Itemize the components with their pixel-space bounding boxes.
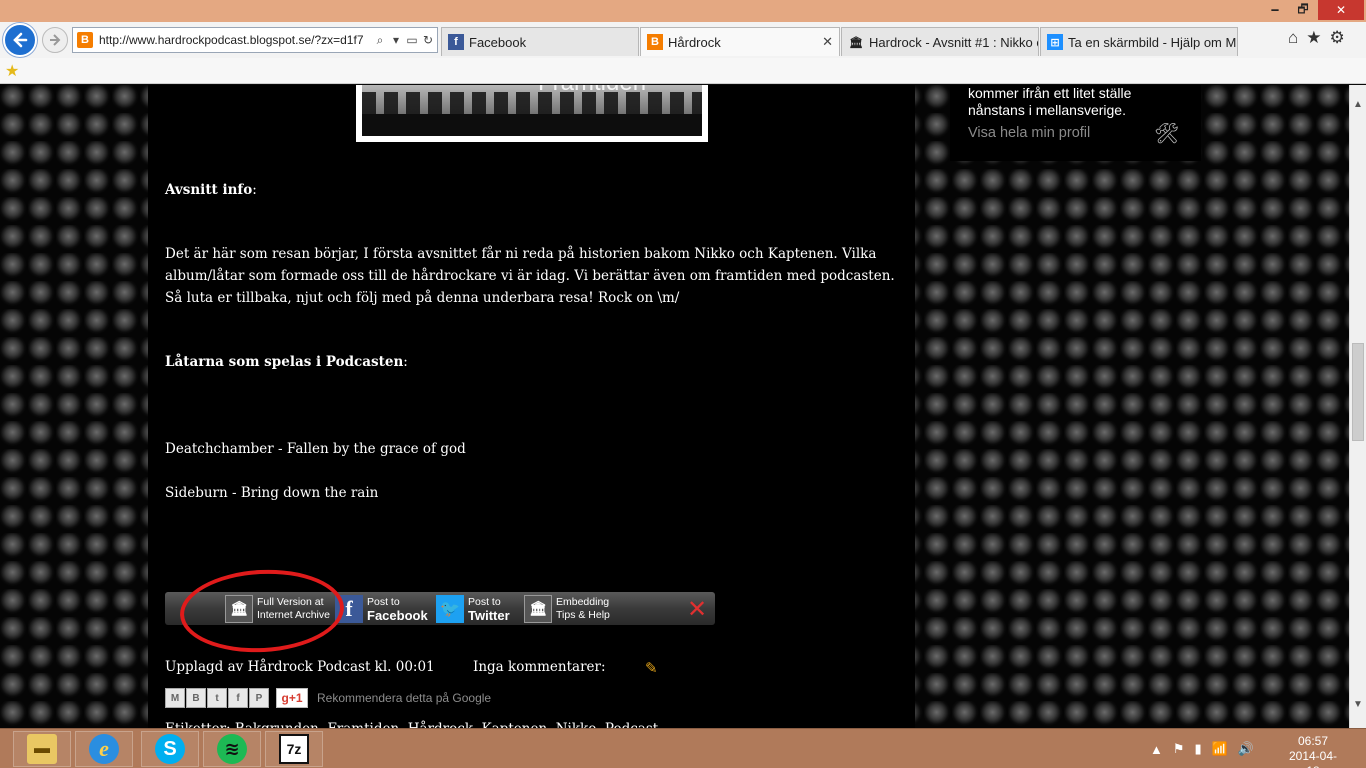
minimize-button[interactable]: 🗕 (1262, 0, 1288, 20)
song-item: Deatchchamber - Fallen by the grace of g… (165, 441, 466, 457)
refresh-icon[interactable]: ↻ (421, 33, 435, 47)
action-center-icon[interactable]: ⚑ (1173, 741, 1185, 757)
profile-box: kommer ifrån ett litet ställe nånstans i… (950, 85, 1201, 161)
search-icon[interactable]: ⌕ (373, 33, 387, 48)
dropdown-icon[interactable]: ▾ (389, 33, 403, 47)
gear-icon[interactable]: ⚙ (1330, 28, 1345, 48)
internet-explorer-icon: e (89, 734, 119, 764)
taskbar-internet-explorer[interactable]: e (75, 731, 133, 767)
taskbar: ▬ e S ≋ 7z ▲ ⚑ ▮ 📶 🔊 06:57 2014-04-18 (0, 728, 1366, 768)
toolbar-icons: ⌂ ★ ⚙ (1288, 28, 1345, 48)
clock-time: 06:57 (1297, 734, 1329, 748)
folder-icon: ▬ (27, 734, 57, 764)
close-window-button[interactable]: ✕ (1318, 0, 1364, 20)
tab-label: Ta en skärmbild - Hjälp om Mi... (1068, 34, 1238, 50)
browser-chrome: 🗕 🗗 ✕ B http://www.hardrockpodcast.blogs… (0, 0, 1366, 84)
blogger-icon: B (647, 34, 663, 50)
songs-heading: Låtarna som spelas i Podcasten: (165, 354, 408, 370)
episode-description: Det är här som resan börjar, I första av… (165, 246, 895, 306)
maximize-button[interactable]: 🗗 (1290, 0, 1316, 20)
tab-label: Hårdrock (668, 34, 721, 50)
crowd-shadow (362, 114, 702, 136)
song-item: Sideburn - Bring down the rain (165, 485, 379, 501)
network-signal-icon[interactable]: 📶 (1212, 741, 1228, 757)
system-tray: ▲ ⚑ ▮ 📶 🔊 (1150, 729, 1254, 768)
compatibility-icon[interactable]: ▭ (405, 33, 419, 47)
tab-label: Hardrock - Avsnitt #1 : Nikko o... (869, 34, 1039, 50)
blog-share-icon[interactable]: B (186, 688, 206, 708)
post-to-facebook-button[interactable]: f Post to Facebook (335, 592, 428, 625)
volume-icon[interactable]: 🔊 (1238, 741, 1254, 757)
tab-facebook[interactable]: f Facebook (441, 27, 639, 56)
header-image-text: Framtiden (538, 85, 646, 97)
twitter-share-icon[interactable]: t (207, 688, 227, 708)
pinterest-share-icon[interactable]: P (249, 688, 269, 708)
add-favorites-icon[interactable]: ★ (5, 61, 19, 81)
posted-by: Upplagd av Hårdrock Podcast kl. 00:01 (165, 659, 435, 675)
email-share-icon[interactable]: M (165, 688, 185, 708)
favorites-bar: ★ (0, 58, 1366, 84)
back-button[interactable] (3, 23, 37, 57)
clock[interactable]: 06:57 2014-04-18 (1284, 734, 1342, 768)
facebook-share-icon[interactable]: f (228, 688, 248, 708)
recommend-google-text: Rekommendera detta på Google (317, 691, 492, 705)
close-tab-icon[interactable]: ✕ (822, 34, 833, 50)
view-full-profile-link[interactable]: Visa hela min profil (968, 125, 1090, 141)
google-plus-one-button[interactable]: g+1 (276, 688, 308, 708)
show-hidden-icons-icon[interactable]: ▲ (1150, 742, 1163, 757)
windows-icon: ⊞ (1047, 34, 1063, 50)
share-buttons: M B t f P g+1 Rekommendera detta på Goog… (165, 687, 491, 709)
facebook-icon: f (448, 34, 464, 50)
spotify-icon: ≋ (217, 734, 247, 764)
address-bar[interactable]: B http://www.hardrockpodcast.blogspot.se… (72, 27, 438, 53)
7zip-icon: 7z (279, 734, 309, 764)
home-icon[interactable]: ⌂ (1288, 28, 1298, 48)
profile-text: kommer ifrån ett litet ställe nånstans i… (968, 85, 1132, 118)
taskbar-skype[interactable]: S (141, 731, 199, 767)
archive-icon: 🏛 (524, 594, 552, 623)
episode-info-heading: Avsnitt info: (165, 182, 257, 198)
tools-icon[interactable]: 🛠 (1154, 121, 1179, 146)
address-url[interactable]: http://www.hardrockpodcast.blogspot.se/?… (99, 33, 373, 47)
arrow-left-icon (13, 32, 28, 48)
close-embed-bar-icon[interactable]: ✕ (687, 595, 707, 624)
clock-date: 2014-04-18 (1288, 749, 1338, 768)
tab-skarmbild-help[interactable]: ⊞ Ta en skärmbild - Hjälp om Mi... (1040, 27, 1238, 56)
star-icon[interactable]: ★ (1306, 28, 1321, 48)
tab-label: Facebook (469, 34, 527, 50)
header-image: Framtiden (356, 85, 708, 142)
scrollbar-thumb[interactable] (1352, 343, 1364, 441)
taskbar-spotify[interactable]: ≋ (203, 731, 261, 767)
taskbar-7zip[interactable]: 7z (265, 731, 323, 767)
taskbar-file-explorer[interactable]: ▬ (13, 731, 71, 767)
archive-icon: 🏛 (849, 36, 863, 49)
comments-link[interactable]: Inga kommentarer: (473, 656, 606, 678)
vertical-scrollbar[interactable]: ▲ ▼ (1349, 85, 1366, 728)
post-labels: Etiketter: Bakgrunden, Framtiden, Hårdro… (165, 718, 658, 728)
skype-icon: S (155, 734, 185, 764)
edit-post-icon[interactable]: ✎ (645, 659, 658, 677)
forward-button[interactable] (42, 27, 68, 53)
embedding-help-button[interactable]: 🏛 Embedding Tips & Help (524, 592, 610, 625)
navigation-row: B http://www.hardrockpodcast.blogspot.se… (0, 22, 1366, 58)
tab-hardrock-avsnitt[interactable]: 🏛 Hardrock - Avsnitt #1 : Nikko o... (841, 27, 1039, 56)
arrow-right-icon (50, 34, 61, 46)
battery-icon[interactable]: ▮ (1195, 741, 1202, 757)
twitter-icon: 🐦 (436, 594, 464, 623)
scroll-down-icon[interactable]: ▼ (1353, 699, 1363, 710)
scroll-up-icon[interactable]: ▲ (1353, 99, 1363, 110)
blogger-favicon-icon: B (77, 32, 93, 48)
tab-hardrock[interactable]: B Hårdrock ✕ (640, 27, 840, 56)
post-to-twitter-button[interactable]: 🐦 Post to Twitter (436, 592, 510, 625)
